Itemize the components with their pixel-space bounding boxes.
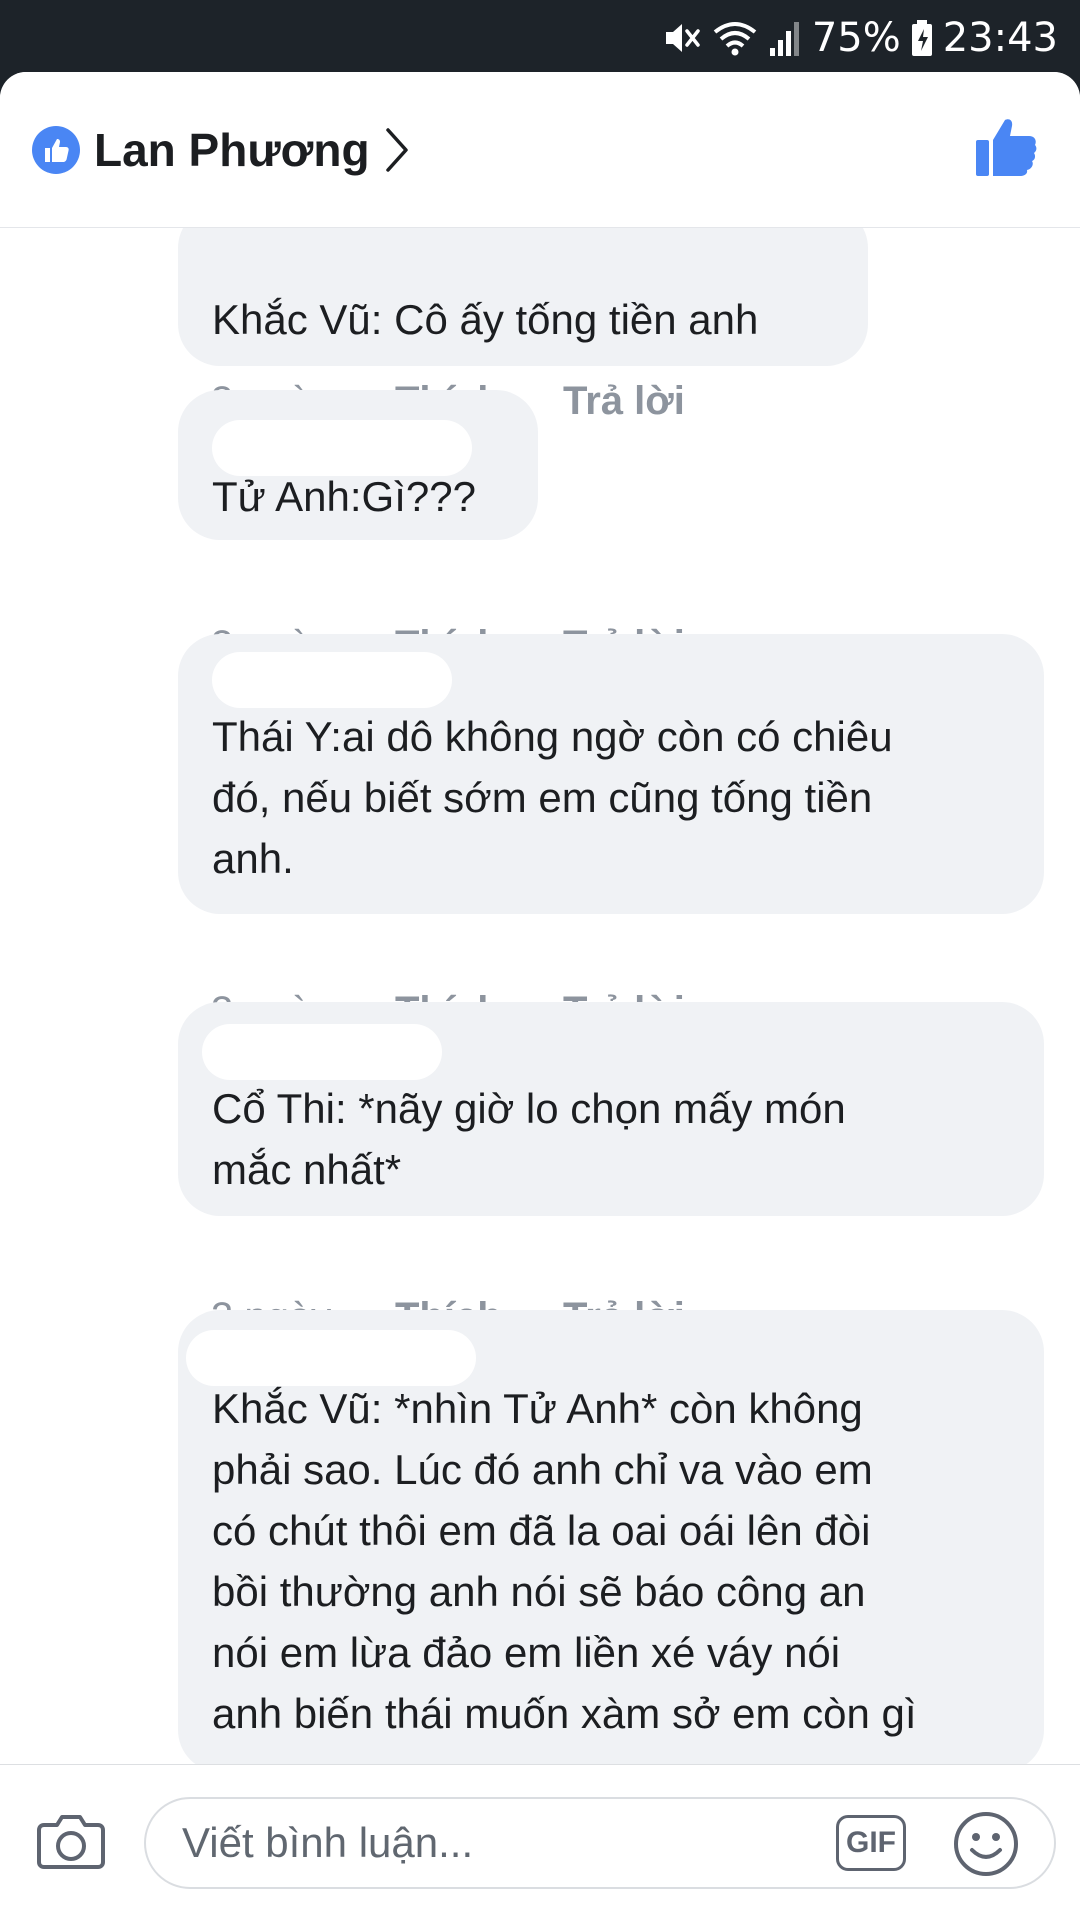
comment-bubble[interactable]: Tử Anh:Gì??? [178,390,538,540]
comment-line: bồi thường anh nói sẽ báo công an [212,1568,866,1615]
comment-line: Cổ Thi: *nãy giờ lo chọn mấy món [212,1085,846,1132]
comment-bubble[interactable]: Cổ Thi: *nãy giờ lo chọn mấy món mắc nhấ… [178,1002,1044,1216]
thumbs-up-icon[interactable] [974,116,1038,178]
battery-percent: 75% [811,15,901,61]
comment-text: Tử Anh:Gì??? [212,473,476,520]
chevron-right-icon[interactable] [382,126,412,174]
post-header: Lan Phương [0,72,1080,228]
clock: 23:43 [942,15,1058,61]
signal-icon [769,22,799,56]
comment-line: có chút thôi em đã la oai oái lên đòi [212,1507,871,1554]
comment-line: nói em lừa đảo em liền xé váy nói [212,1629,841,1676]
comment-input[interactable] [144,1797,1056,1889]
reply-link[interactable]: Trả lời [563,376,685,426]
comment-bubble[interactable]: Thái Y:ai dô không ngờ còn có chiêu đó, … [178,634,1044,914]
comment-line: phải sao. Lúc đó anh chỉ va vào em [212,1446,873,1493]
comment-text: Khắc Vũ: Cô ấy tống tiền anh [212,296,759,343]
mute-icon [665,24,700,52]
comment-line: anh biến thái muốn xàm sở em còn gì [212,1690,917,1737]
gif-button[interactable]: GIF [836,1815,906,1871]
comment-bubble[interactable]: Khắc Vũ: *nhìn Tử Anh* còn không phải sa… [178,1310,1044,1772]
comment-line: mắc nhất* [212,1146,402,1193]
comment-line: Khắc Vũ: *nhìn Tử Anh* còn không [212,1385,863,1432]
camera-icon[interactable] [36,1809,106,1873]
comment-line: anh. [212,835,294,882]
emoji-icon[interactable] [952,1810,1020,1878]
redacted-name [202,1024,442,1080]
comment-text: Cổ Thi: *nãy giờ lo chọn mấy món mắc nhấ… [212,1078,1010,1200]
battery-icon [911,20,932,56]
like-badge-icon [32,126,80,174]
comment-composer: GIF [0,1764,1080,1920]
comment-line: Thái Y:ai dô không ngờ còn có chiêu [212,713,893,760]
redacted-name [212,652,452,708]
comment-text: Khắc Vũ: *nhìn Tử Anh* còn không phải sa… [212,1378,1010,1744]
comment-line: đó, nếu biết sớm em cũng tống tiền [212,774,873,821]
comment-bubble[interactable]: Khắc Vũ: Cô ấy tống tiền anh [178,206,868,366]
wifi-icon [713,22,757,56]
status-bar: 75% 23:43 [0,0,1080,76]
comment-list[interactable]: Khắc Vũ: Cô ấy tống tiền anh 3 ngày Thíc… [0,72,1080,1772]
comment-text: Thái Y:ai dô không ngờ còn có chiêu đó, … [212,706,1010,889]
comments-sheet: Khắc Vũ: Cô ấy tống tiền anh 3 ngày Thíc… [0,72,1080,1920]
page-title[interactable]: Lan Phương [94,122,370,178]
status-icons: 75% 23:43 [662,10,1058,66]
